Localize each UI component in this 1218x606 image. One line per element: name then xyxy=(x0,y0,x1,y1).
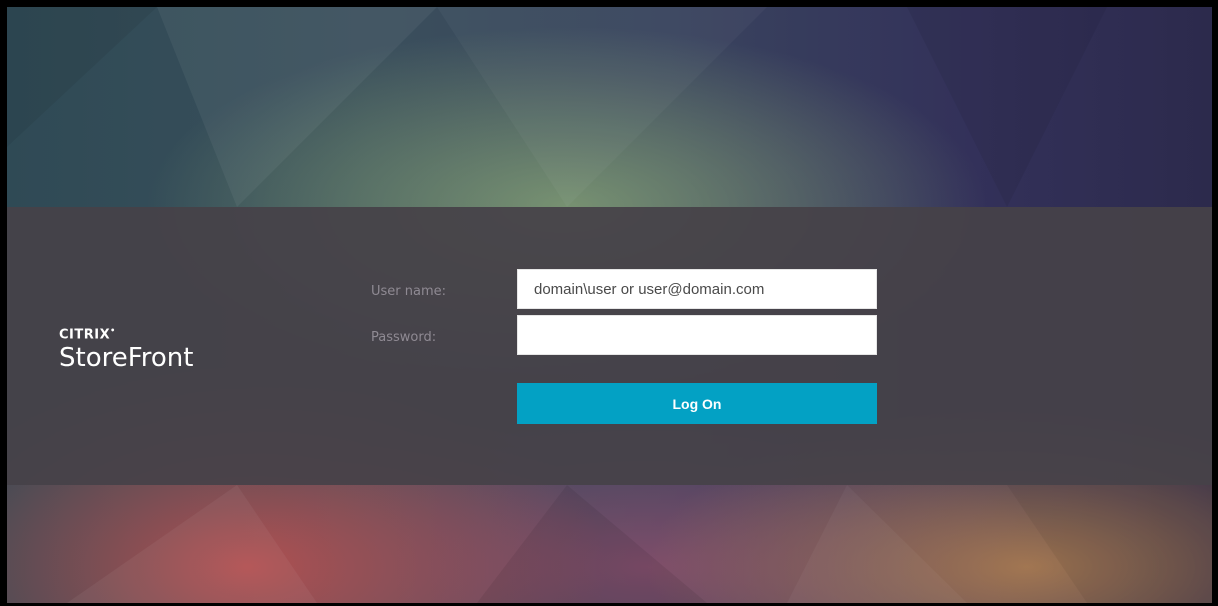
storefront-title: StoreFront xyxy=(59,343,194,374)
username-input[interactable] xyxy=(517,269,877,309)
citrix-logo: CITRIX• xyxy=(59,324,193,342)
password-label: Password: xyxy=(371,330,437,345)
citrix-logo-text: CITRIX xyxy=(59,327,111,343)
brand-logo: CITRIX• StoreFront xyxy=(59,324,193,373)
citrix-logo-mark: • xyxy=(110,326,116,335)
log-on-button[interactable]: Log On xyxy=(517,383,877,424)
password-input[interactable] xyxy=(517,315,877,355)
window-frame: CITRIX• StoreFront User name: Password: … xyxy=(0,0,1218,606)
username-label: User name: xyxy=(371,284,447,299)
